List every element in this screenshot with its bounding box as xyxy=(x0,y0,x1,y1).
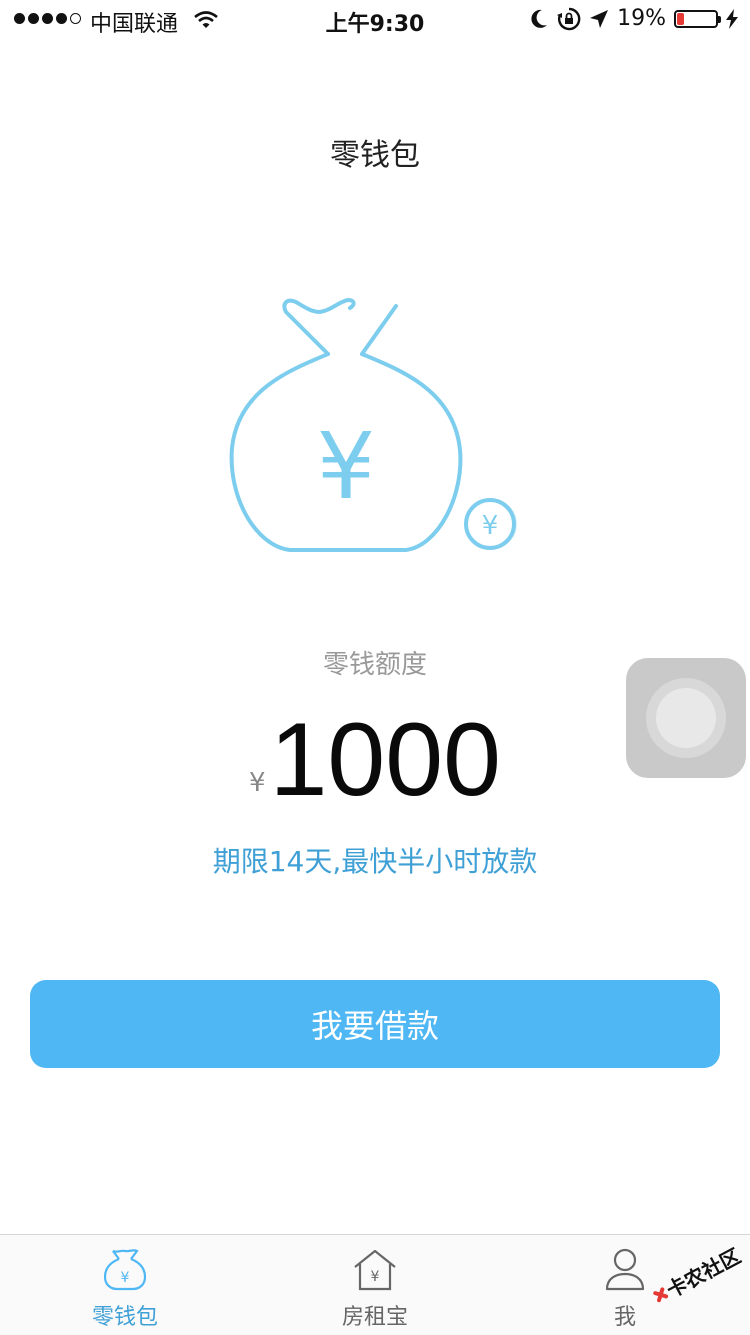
coin-yen-symbol: ¥ xyxy=(482,511,499,541)
coin-icon: ¥ xyxy=(464,497,519,551)
status-right: 19% xyxy=(529,6,738,31)
rotation-lock-icon xyxy=(557,7,581,30)
location-arrow-icon xyxy=(590,9,609,28)
currency-symbol: ¥ xyxy=(249,768,266,798)
tab-wallet[interactable]: ¥ 零钱包 xyxy=(0,1235,250,1335)
status-bar: 中国联通 上午9:30 19% xyxy=(0,0,750,40)
charging-bolt-icon xyxy=(726,8,738,29)
tab-label: 房租宝 xyxy=(341,1305,408,1330)
svg-text:¥: ¥ xyxy=(121,1270,130,1286)
money-bag-icon: ¥ xyxy=(103,1249,147,1291)
svg-text:卡农社区: 卡农社区 xyxy=(663,1246,745,1303)
bag-yen-symbol: ¥ xyxy=(317,413,376,520)
page-title: 零钱包 xyxy=(330,138,420,173)
quota-amount: 1000 xyxy=(269,702,501,818)
money-bag-illustration: ¥ ¥ xyxy=(229,298,519,552)
watermark-logo: 卡农社区 xyxy=(646,1244,746,1306)
house-yen-icon: ¥ xyxy=(354,1249,396,1291)
tab-bar: ¥ 零钱包 ¥ 房租宝 我 xyxy=(0,1234,750,1335)
person-icon xyxy=(605,1248,645,1291)
battery-icon xyxy=(674,9,721,28)
assistive-touch-button[interactable] xyxy=(626,658,746,778)
moon-icon xyxy=(531,9,548,28)
battery-percent: 19% xyxy=(617,6,666,31)
loan-term-text: 期限14天,最快半小时放款 xyxy=(212,845,538,878)
borrow-button[interactable]: 我要借款 xyxy=(30,980,720,1068)
tab-label: 零钱包 xyxy=(91,1305,158,1330)
svg-text:¥: ¥ xyxy=(371,1269,380,1285)
tab-rent[interactable]: ¥ 房租宝 xyxy=(250,1235,500,1335)
